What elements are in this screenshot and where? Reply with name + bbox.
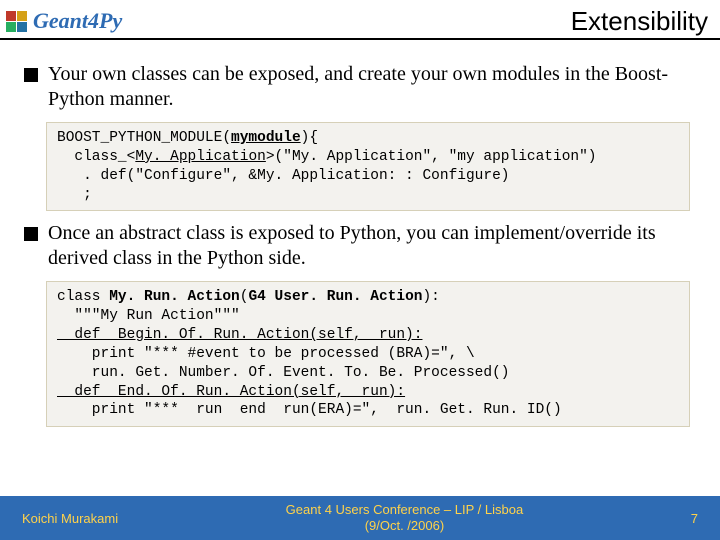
footer-conference: Geant 4 Users Conference – LIP / Lisboa … xyxy=(286,502,524,533)
slide-content: Your own classes can be exposed, and cre… xyxy=(0,40,720,427)
grid-icon xyxy=(6,11,27,32)
slide-footer: Koichi Murakami Geant 4 Users Conference… xyxy=(0,496,720,540)
code-block-cpp: BOOST_PYTHON_MODULE(mymodule){ class_<My… xyxy=(46,122,690,211)
slide-title: Extensibility xyxy=(571,6,708,37)
slide-header: Geant4Py Extensibility xyxy=(0,0,720,40)
bullet-text: Your own classes can be exposed, and cre… xyxy=(48,62,704,112)
bullet-item: Once an abstract class is exposed to Pyt… xyxy=(24,221,704,271)
square-bullet-icon xyxy=(24,68,38,82)
code-block-python: class My. Run. Action(G4 User. Run. Acti… xyxy=(46,281,690,427)
square-bullet-icon xyxy=(24,227,38,241)
bullet-item: Your own classes can be exposed, and cre… xyxy=(24,62,704,112)
footer-author: Koichi Murakami xyxy=(22,511,118,526)
bullet-text: Once an abstract class is exposed to Pyt… xyxy=(48,221,704,271)
logo-area: Geant4Py xyxy=(6,8,122,34)
footer-page-number: 7 xyxy=(691,511,698,526)
brand-text: Geant4Py xyxy=(33,8,122,34)
